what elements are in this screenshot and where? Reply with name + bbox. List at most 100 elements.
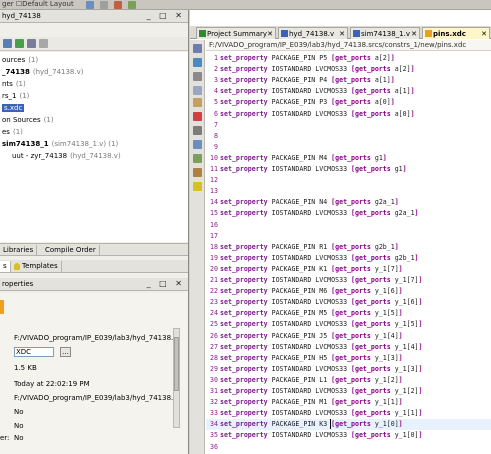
code-line[interactable]: 32 set_property PACKAGE_PIN M1 [get_ports… xyxy=(206,397,403,408)
code-line[interactable]: 27 set_property IOSTANDARD LVCMOS33 [get_… xyxy=(206,342,422,353)
code-command: [get_ports xyxy=(351,431,391,440)
code-line[interactable]: 19 set_property IOSTANDARD LVCMOS33 [get_… xyxy=(206,253,418,264)
code-line[interactable]: 1 set_property PACKAGE_PIN P5 [get_ports … xyxy=(206,53,395,64)
tree-item[interactable]: _74138 (hyd_74138.v) xyxy=(2,66,83,78)
code-line[interactable]: 10 set_property PACKAGE_PIN M4 [get_ports… xyxy=(206,153,387,164)
code-line[interactable]: 29 set_property IOSTANDARD LVCMOS33 [get_… xyxy=(206,364,422,375)
file-path-bar: F:/VIVADO_program/IP_E039/lab3/hyd_74138… xyxy=(206,40,491,51)
code-editor[interactable]: 1 set_property PACKAGE_PIN P5 [get_ports … xyxy=(206,53,491,454)
editor-tab[interactable]: hyd_74138.v ✕ xyxy=(278,27,348,39)
bookmark-icon[interactable] xyxy=(193,154,202,163)
tree-item[interactable]: rs_1 (1) xyxy=(2,90,29,102)
code-line[interactable]: 4 set_property IOSTANDARD LVCMOS33 [get_p… xyxy=(206,86,415,97)
code-line[interactable]: 3 set_property PACKAGE_PIN P4 [get_ports … xyxy=(206,75,395,86)
add-sources-icon[interactable] xyxy=(15,39,24,48)
toggle-icon[interactable] xyxy=(193,140,202,149)
code-line[interactable]: 25 set_property IOSTANDARD LVCMOS33 [get_… xyxy=(206,319,422,330)
code-line[interactable]: 23 set_property IOSTANDARD LVCMOS33 [get_… xyxy=(206,297,422,308)
line-number: 11 xyxy=(210,165,218,173)
close-icon[interactable]: ✕ xyxy=(481,28,487,39)
insert-icon[interactable] xyxy=(193,168,202,177)
properties-window-controls[interactable]: _ □ ✕ xyxy=(147,279,185,288)
lightbulb-icon[interactable] xyxy=(193,182,202,191)
code-text: IOSTANDARD LVCMOS33 xyxy=(267,320,352,329)
close-icon[interactable]: ✕ xyxy=(339,28,345,39)
code-line[interactable]: 34 set_property PACKAGE_PIN K3 [get_ports… xyxy=(206,419,403,430)
copy-icon[interactable] xyxy=(193,86,202,95)
code-line[interactable]: 5 set_property PACKAGE_PIN P3 [get_ports … xyxy=(206,97,395,108)
code-line[interactable]: 12 xyxy=(206,175,220,186)
code-line[interactable]: 15 set_property IOSTANDARD LVCMOS33 [get_… xyxy=(206,208,418,219)
properties-pane-header: roperties _ □ ✕ xyxy=(0,278,188,291)
tree-item[interactable]: uut - zyr_74138 (hyd_74138.v) xyxy=(12,150,121,162)
delete-icon[interactable] xyxy=(193,112,202,121)
tree-item[interactable]: on Sources (1) xyxy=(2,114,54,126)
code-line[interactable]: 30 set_property PACKAGE_PIN L1 [get_ports… xyxy=(206,375,403,386)
code-line[interactable]: 6 set_property IOSTANDARD LVCMOS33 [get_p… xyxy=(206,109,415,120)
code-line[interactable]: 33 set_property IOSTANDARD LVCMOS33 [get_… xyxy=(206,408,422,419)
code-text: IOSTANDARD LVCMOS33 xyxy=(267,109,352,118)
layout-menu-label[interactable]: ger ☐Default Layout xyxy=(2,0,74,8)
code-line[interactable]: 35 set_property IOSTANDARD LVCMOS33 [get_… xyxy=(206,430,422,441)
code-line[interactable]: 9 xyxy=(206,142,220,153)
code-line[interactable]: 17 xyxy=(206,231,220,242)
tab-compile-order[interactable]: Compile Order xyxy=(42,245,100,256)
editor-tab[interactable]: sim74138_1.v ✕ xyxy=(350,27,420,39)
code-line[interactable]: 36 xyxy=(206,442,220,453)
editor-tab[interactable]: Project Summary ✕ xyxy=(196,27,276,39)
tab-libraries[interactable]: Libraries xyxy=(0,245,38,256)
code-line[interactable]: 11 set_property IOSTANDARD LVCMOS33 [get_… xyxy=(206,164,407,175)
find-icon[interactable] xyxy=(193,58,202,67)
close-icon[interactable]: ✕ xyxy=(411,28,417,39)
editor-tab[interactable]: pins.xdc ✕ xyxy=(422,27,490,39)
code-line[interactable]: 22 set_property PACKAGE_PIN M6 [get_ports… xyxy=(206,286,403,297)
properties-icon[interactable] xyxy=(27,39,36,48)
tab-templates[interactable]: Templates xyxy=(12,261,62,272)
toolbar-icon-3[interactable] xyxy=(114,1,122,9)
line-number: 4 xyxy=(214,87,218,96)
code-line[interactable]: 13 xyxy=(206,186,220,197)
cut-icon[interactable] xyxy=(193,72,202,81)
tree-item-detail: (hyd_74138.v) xyxy=(32,68,84,76)
code-line[interactable]: 28 set_property PACKAGE_PIN H5 [get_ports… xyxy=(206,353,403,364)
save-icon[interactable] xyxy=(193,44,202,53)
code-line[interactable]: 31 set_property IOSTANDARD LVCMOS33 [get_… xyxy=(206,386,422,397)
open-file-icon[interactable] xyxy=(39,39,48,48)
toolbar-icon-4[interactable] xyxy=(128,1,136,9)
tree-item[interactable]: sim74138_1 (sim74138_1.v) (1) xyxy=(2,138,118,150)
code-line[interactable]: 21 set_property IOSTANDARD LVCMOS33 [get_… xyxy=(206,275,422,286)
code-line[interactable]: 2 set_property IOSTANDARD LVCMOS33 [get_p… xyxy=(206,64,415,75)
comment-icon[interactable] xyxy=(193,126,202,135)
property-value: No xyxy=(14,408,24,416)
code-line[interactable]: 18 set_property PACKAGE_PIN R1 [get_ports… xyxy=(206,242,399,253)
code-command: [get_ports xyxy=(351,298,391,307)
close-icon[interactable]: ✕ xyxy=(267,28,273,39)
code-line[interactable]: 8 xyxy=(206,131,220,142)
pane-window-controls[interactable]: _ □ ✕ xyxy=(147,11,185,20)
line-number: 15 xyxy=(210,209,218,218)
tree-item[interactable]: ources (1) xyxy=(2,54,38,66)
properties-scroll-thumb[interactable] xyxy=(174,337,179,391)
code-line[interactable]: 7 xyxy=(206,120,220,131)
tree-item[interactable]: nts (1) xyxy=(2,78,26,90)
file-type-field[interactable]: XDC xyxy=(14,347,54,357)
properties-nav-button[interactable] xyxy=(0,300,4,314)
line-number: 19 xyxy=(210,253,218,262)
properties-scrollbar[interactable] xyxy=(173,328,180,428)
toolbar-icon-1[interactable] xyxy=(86,1,94,9)
tab-sources[interactable]: s xyxy=(0,261,11,272)
code-keyword: set_property xyxy=(220,287,268,296)
tree-item[interactable]: es (1) xyxy=(2,126,23,138)
code-line[interactable]: 26 set_property PACKAGE_PIN J5 [get_ports… xyxy=(206,331,403,342)
toolbar-icon-2[interactable] xyxy=(100,1,108,9)
code-line[interactable]: 24 set_property PACKAGE_PIN M5 [get_ports… xyxy=(206,308,403,319)
code-line[interactable]: 14 set_property PACKAGE_PIN N4 [get_ports… xyxy=(206,197,399,208)
tree-item[interactable]: s.xdc xyxy=(2,102,27,114)
code-text: a[1] xyxy=(370,76,391,85)
file-type-browse-button[interactable]: ... xyxy=(60,347,71,357)
paste-icon[interactable] xyxy=(193,98,202,107)
line-number: 6 xyxy=(214,109,218,118)
code-line[interactable]: 16 xyxy=(206,220,220,231)
code-line[interactable]: 20 set_property PACKAGE_PIN K1 [get_ports… xyxy=(206,264,403,275)
collapse-all-icon[interactable] xyxy=(3,39,12,48)
